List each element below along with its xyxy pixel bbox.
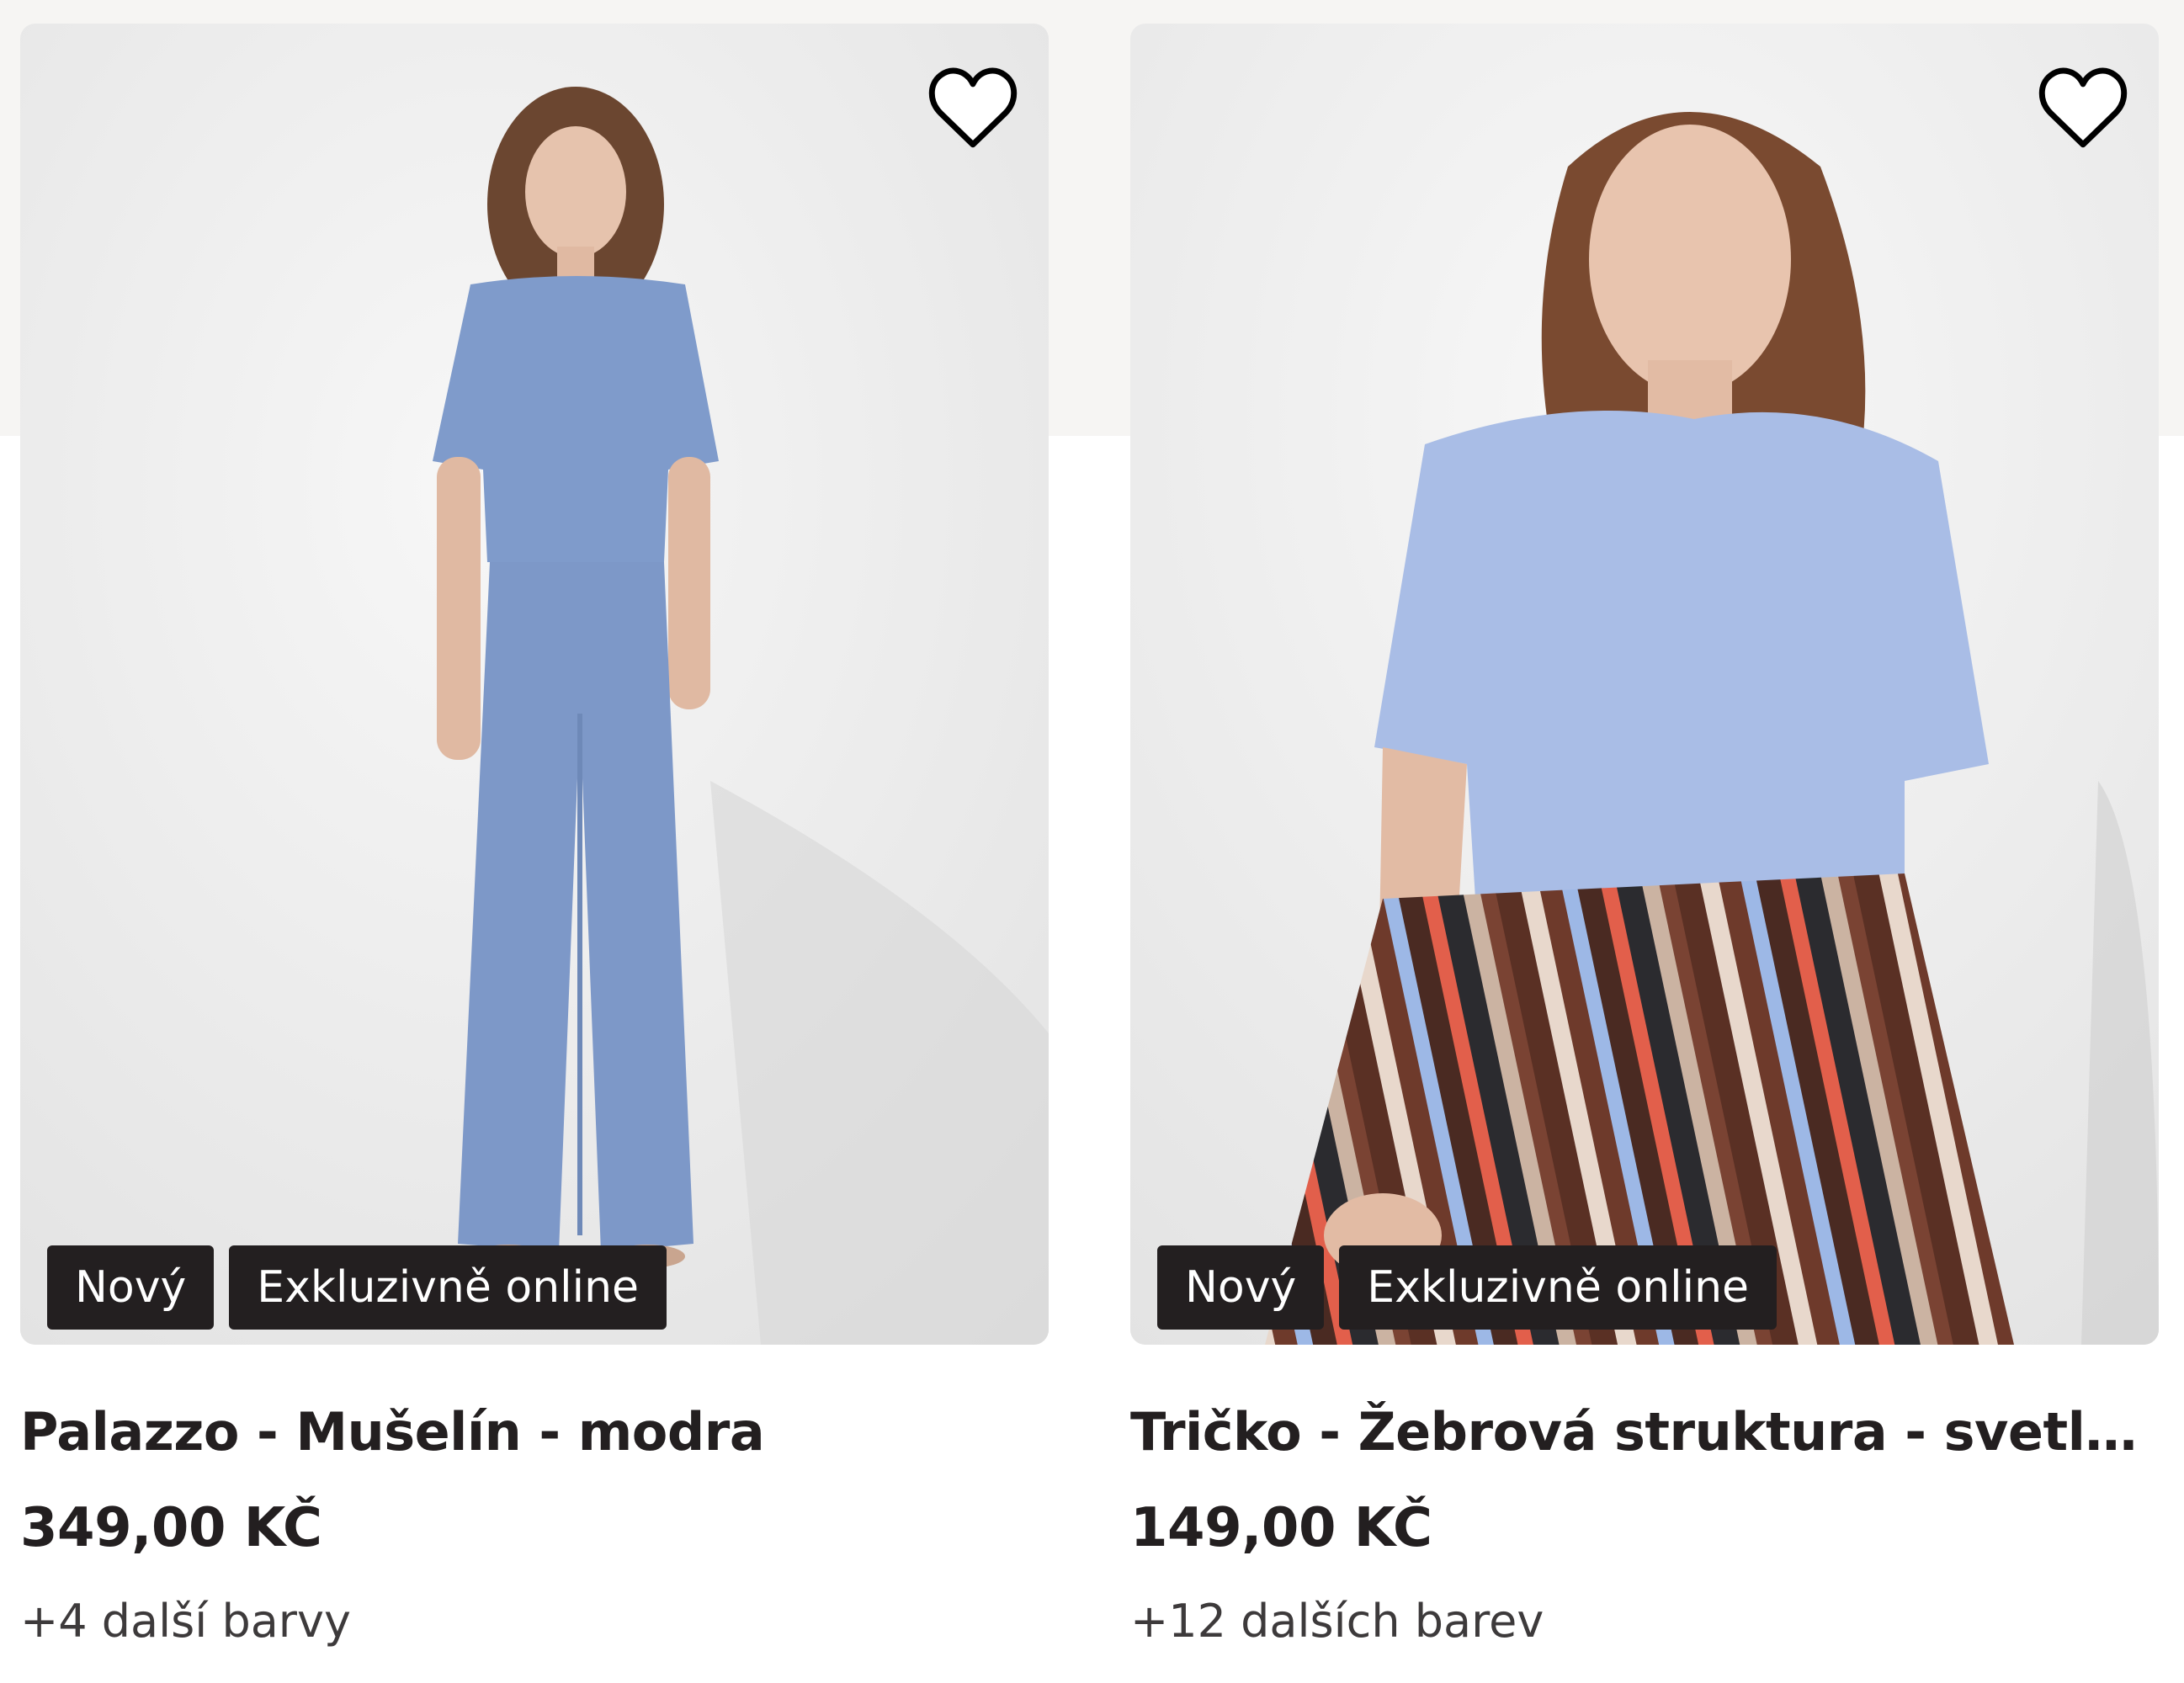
more-colors-link[interactable]: +12 dalších barev <box>1130 1592 2159 1651</box>
favorite-heart-icon[interactable] <box>924 61 1022 158</box>
badge-online-exclusive: Exkluzivně online <box>229 1245 667 1330</box>
product-price: 149,00 KČ <box>1130 1497 1432 1559</box>
badge-group: Nový Exkluzivně online <box>1157 1245 1777 1330</box>
favorite-heart-icon[interactable] <box>2034 61 2132 158</box>
product-card[interactable]: Nový Exkluzivně online Tričko - Žebrová … <box>1130 24 2159 1651</box>
badge-online-exclusive: Exkluzivně online <box>1339 1245 1777 1330</box>
product-card[interactable]: Nový Exkluzivně online Palazzo - Mušelín… <box>20 24 1049 1651</box>
product-image[interactable]: Nový Exkluzivně online <box>20 24 1049 1345</box>
badge-new: Nový <box>1157 1245 1325 1330</box>
product-title[interactable]: Palazzo - Mušelín - modra <box>20 1399 1049 1466</box>
product-image[interactable]: Nový Exkluzivně online <box>1130 24 2159 1345</box>
badge-group: Nový Exkluzivně online <box>47 1245 667 1330</box>
product-price: 349,00 KČ <box>20 1497 322 1559</box>
more-colors-link[interactable]: +4 další barvy <box>20 1592 1049 1651</box>
product-title[interactable]: Tričko - Žebrová struktura - svetle mo..… <box>1130 1399 2159 1466</box>
product-photo <box>1130 24 2159 1345</box>
product-photo <box>20 24 1049 1345</box>
badge-new: Nový <box>47 1245 215 1330</box>
